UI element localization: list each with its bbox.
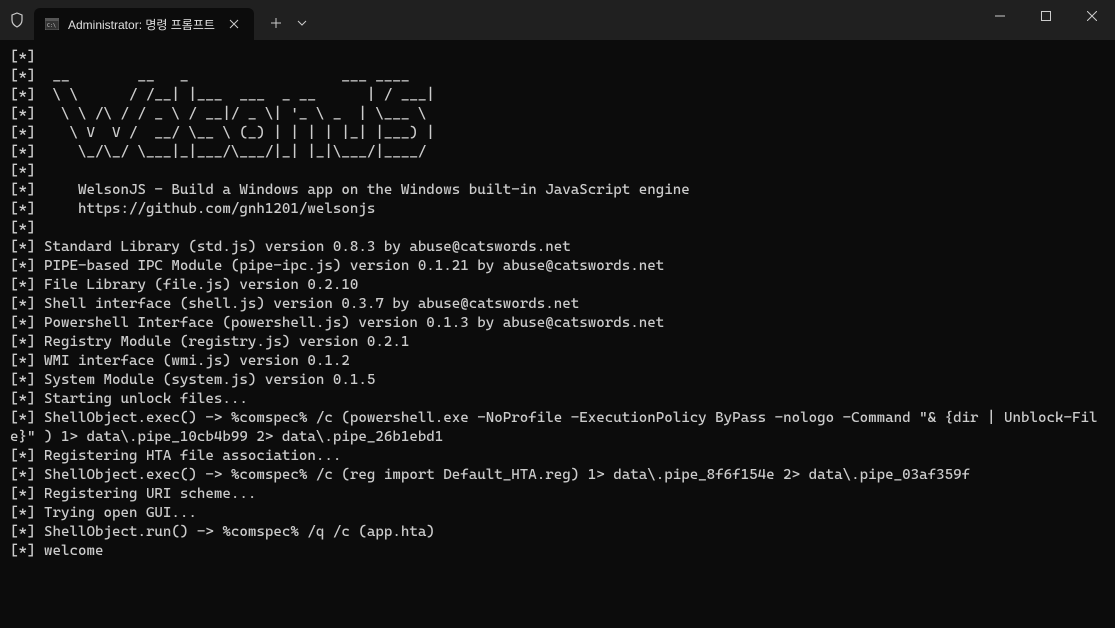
terminal-line: [*] Registering URI scheme...: [10, 485, 1105, 504]
tab-title: Administrator: 명령 프롬프트: [68, 16, 224, 33]
new-tab-button[interactable]: [262, 9, 290, 37]
terminal-line: [*] PIPE-based IPC Module (pipe-ipc.js) …: [10, 257, 1105, 276]
svg-text:C:\: C:\: [47, 23, 56, 29]
terminal-line: [*] ShellObject.exec() -> %comspec% /c (…: [10, 409, 1105, 447]
terminal-line: [*] Trying open GUI...: [10, 504, 1105, 523]
terminal-line: [*] System Module (system.js) version 0.…: [10, 371, 1105, 390]
terminal-line: [*] Powershell Interface (powershell.js)…: [10, 314, 1105, 333]
terminal-line: [*] https://github.com/gnh1201/welsonjs: [10, 200, 1105, 219]
terminal-line: [*] welcome: [10, 542, 1105, 561]
window-controls: [977, 0, 1115, 40]
terminal-line: [*] ShellObject.exec() -> %comspec% /c (…: [10, 466, 1105, 485]
terminal-line: [*] Registering HTA file association...: [10, 447, 1105, 466]
terminal-line: [*] WMI interface (wmi.js) version 0.1.2: [10, 352, 1105, 371]
tab-close-button[interactable]: [224, 14, 244, 34]
terminal-line: [*] \_/\_/ \___|_|___/\___/|_| |_|\___/|…: [10, 143, 1105, 162]
minimize-button[interactable]: [977, 0, 1023, 32]
maximize-button[interactable]: [1023, 0, 1069, 32]
terminal-line: [*] \ \ /\ / / _ \ / __|/ _ \| '_ \ _ | …: [10, 105, 1105, 124]
terminal-line: [*] \ V V / __/ \__ \ (_) | | | | |_| |_…: [10, 124, 1105, 143]
terminal-line: [*] \ \ / /__| |___ ___ _ __ | / ___|: [10, 86, 1105, 105]
terminal-output[interactable]: [*][*] __ __ _ ___ ____[*] \ \ / /__| |_…: [0, 40, 1115, 569]
terminal-line: [*] Shell interface (shell.js) version 0…: [10, 295, 1105, 314]
tab-dropdown-button[interactable]: [290, 9, 314, 37]
terminal-line: [*] WelsonJS - Build a Windows app on th…: [10, 181, 1105, 200]
terminal-line: [*] __ __ _ ___ ____: [10, 67, 1105, 86]
terminal-tab[interactable]: C:\ Administrator: 명령 프롬프트: [34, 8, 254, 40]
app-shield-icon: [8, 11, 26, 29]
terminal-line: [*] Starting unlock files...: [10, 390, 1105, 409]
terminal-line: [*] File Library (file.js) version 0.2.1…: [10, 276, 1105, 295]
close-button[interactable]: [1069, 0, 1115, 32]
cmd-icon: C:\: [44, 16, 60, 32]
terminal-line: [*]: [10, 48, 1105, 67]
terminal-line: [*]: [10, 219, 1105, 238]
titlebar: C:\ Administrator: 명령 프롬프트: [0, 0, 1115, 40]
terminal-line: [*] ShellObject.run() -> %comspec% /q /c…: [10, 523, 1105, 542]
terminal-line: [*]: [10, 162, 1105, 181]
terminal-line: [*] Standard Library (std.js) version 0.…: [10, 238, 1105, 257]
terminal-line: [*] Registry Module (registry.js) versio…: [10, 333, 1105, 352]
